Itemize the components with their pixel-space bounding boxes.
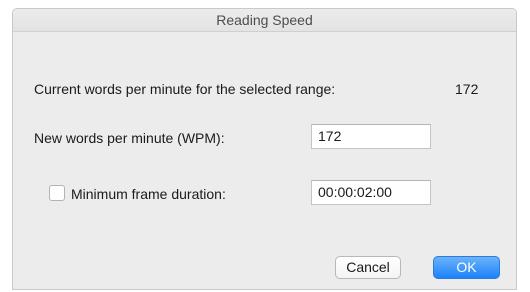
window-title: Reading Speed <box>216 12 313 28</box>
reading-speed-dialog: Reading Speed Current words per minute f… <box>12 8 517 290</box>
current-wpm-value: 172 <box>455 81 479 97</box>
min-frame-checkbox-icon[interactable] <box>49 185 65 201</box>
new-wpm-input[interactable]: 172 <box>311 124 431 149</box>
min-frame-label: Minimum frame duration: <box>71 186 226 202</box>
new-wpm-label: New words per minute (WPM): <box>34 130 225 146</box>
ok-button[interactable]: OK <box>433 256 500 279</box>
cancel-button[interactable]: Cancel <box>335 256 401 279</box>
title-bar[interactable]: Reading Speed <box>13 9 516 32</box>
current-wpm-label: Current words per minute for the selecte… <box>34 81 336 97</box>
min-frame-duration-input[interactable]: 00:00:02:00 <box>311 180 431 205</box>
